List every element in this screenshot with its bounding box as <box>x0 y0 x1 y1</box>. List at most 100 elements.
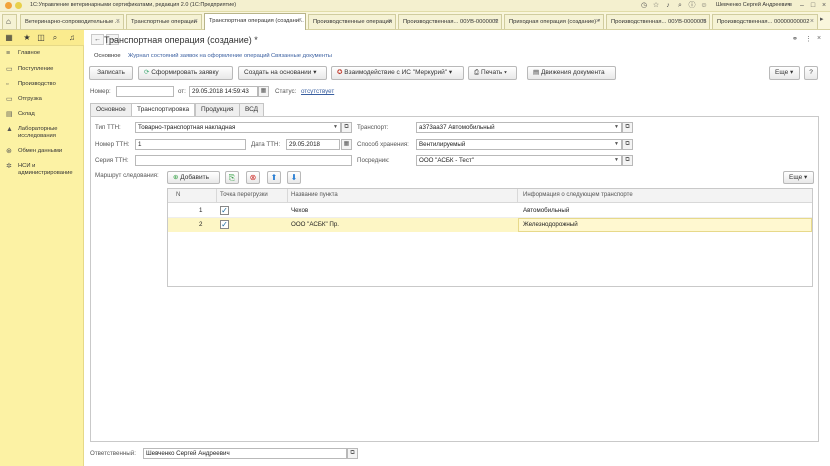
sidebar-item-production[interactable]: ▫ Производство <box>6 81 56 88</box>
ttn-series-input[interactable] <box>135 155 352 166</box>
tab-production-00000002[interactable]: Производственная... 00000000002 × <box>712 14 818 29</box>
close-icon[interactable]: × <box>194 15 198 29</box>
more-button[interactable]: Еще ▾ <box>769 66 800 80</box>
bell-icon[interactable]: ♫ <box>67 33 77 43</box>
route-more-button[interactable]: Еще ▾ <box>783 171 814 184</box>
search-icon[interactable]: ⌕ <box>676 2 684 10</box>
tab-main[interactable]: Основное <box>90 103 132 116</box>
date-input[interactable]: 29.05.2018 14:59:43 <box>189 86 258 97</box>
tab-transport-ops[interactable]: Транспортные операции × <box>126 14 202 29</box>
close-icon[interactable]: × <box>298 14 302 28</box>
mercury-interaction-button[interactable]: ✪ Взаимодействие с ИС "Меркурий" ▾ <box>331 66 464 80</box>
home-icon[interactable]: ⌂ <box>2 14 17 29</box>
favorites-star-icon[interactable]: ★ <box>22 33 32 43</box>
history-icon[interactable]: ◫ <box>36 33 46 43</box>
tab-vsd[interactable]: Ветеринарно-сопроводительные ... × <box>20 14 124 29</box>
bookmark-icon[interactable]: ☆ <box>652 2 660 10</box>
open-link-icon[interactable]: ⧉ <box>622 155 633 166</box>
link-related-docs[interactable]: Связанные документы <box>271 53 332 59</box>
chevron-down-icon: ▼ <box>614 124 619 130</box>
tab-production-0000002[interactable]: Производственная... 00УВ-0000002 × <box>398 14 502 29</box>
doc-movements-button[interactable]: ▤ Движения документа <box>527 66 616 80</box>
form-request-button[interactable]: ⟳ Сформировать заявку <box>138 66 233 80</box>
close-icon[interactable]: × <box>702 15 706 29</box>
app-logo-icon <box>5 2 12 9</box>
close-icon[interactable]: × <box>820 2 828 10</box>
tab-production-0000003[interactable]: Производственная... 00УВ-0000003 × <box>606 14 710 29</box>
table-row[interactable]: 1 ✓ Чехов Автомобильный <box>168 204 812 218</box>
user-name[interactable]: Шевченко Сергей Андреевич <box>716 2 790 8</box>
delete-row-button[interactable]: ⊗ <box>246 171 260 184</box>
calendar-icon[interactable]: ▦ <box>341 139 352 150</box>
open-windows-bar: ⌂ Ветеринарно-сопроводительные ... × Тран… <box>0 12 830 30</box>
search-icon[interactable]: ⌕ <box>50 33 60 43</box>
next-transport-info: Автомобильный <box>523 207 570 214</box>
close-icon[interactable]: × <box>494 15 498 29</box>
sidebar-item-exchange[interactable]: ⊛ Обмен данными <box>6 148 62 155</box>
settings-icon[interactable]: ≡ <box>786 2 794 10</box>
bell-icon[interactable]: ♪ <box>664 2 672 10</box>
maximize-icon[interactable]: □ <box>809 2 817 10</box>
open-link-icon[interactable]: ⧉ <box>347 448 358 459</box>
close-icon[interactable]: × <box>810 15 814 29</box>
sidebar-item-shipment[interactable]: ▭ Отгрузка <box>6 96 42 103</box>
move-down-button[interactable]: ⬇ <box>287 171 301 184</box>
copy-row-button[interactable]: ⎘ <box>225 171 239 184</box>
responsible-input[interactable]: Шевченко Сергей Андреевич <box>143 448 347 459</box>
open-link-icon[interactable]: ⧉ <box>622 139 633 150</box>
more-options-icon[interactable]: ⋮ <box>805 35 812 43</box>
storage-select[interactable]: Вентилируемый ▼ <box>416 139 622 150</box>
open-link-icon[interactable]: ⧉ <box>622 122 633 133</box>
tab-transport-op-create[interactable]: Транспортная операция (создани... × <box>204 13 306 30</box>
add-button[interactable]: ⊕ Добавить <box>167 171 220 184</box>
ttn-date-input[interactable]: 29.05.2018 <box>286 139 340 150</box>
column-header-next-transport[interactable]: Информация о следующем транспорте <box>523 192 633 198</box>
link-request-journal[interactable]: Журнал состояний заявок на оформление оп… <box>128 53 270 59</box>
tab-production-ops[interactable]: Производственные операции × <box>308 14 396 29</box>
tab-vsd[interactable]: ВСД <box>239 103 265 116</box>
column-header-n[interactable]: N <box>176 192 180 198</box>
create-based-button[interactable]: Создать на основании ▾ <box>238 66 327 80</box>
row-number: 1 <box>199 207 203 214</box>
tabs-scroll-icon[interactable]: ▸ <box>820 15 824 23</box>
close-form-icon[interactable]: × <box>817 35 821 42</box>
sidebar-item-admin[interactable]: ✲ НСИ и администрирование <box>6 163 80 177</box>
app-menu-icon[interactable] <box>15 2 22 9</box>
apps-grid-icon[interactable]: ▦ <box>4 33 14 43</box>
agent-select[interactable]: ООО "АСБК - Тест" ▼ <box>416 155 622 166</box>
link-main[interactable]: Основное <box>94 53 121 59</box>
move-up-button[interactable]: ⬆ <box>267 171 281 184</box>
history-icon[interactable]: ◷ <box>640 2 648 10</box>
calendar-icon[interactable]: ▦ <box>258 86 269 97</box>
close-icon[interactable]: × <box>596 15 600 29</box>
print-button[interactable]: ⎙ Печать ▾ <box>468 66 517 80</box>
table-row[interactable]: 2 ✓ ООО "АСБК" Пр. Железнодорожный <box>168 218 812 232</box>
chevron-down-icon: ▼ <box>614 157 619 163</box>
minimize-icon[interactable]: – <box>798 2 806 10</box>
sidebar-item-warehouse[interactable]: ▤ Склад <box>6 111 35 118</box>
sidebar-item-lab[interactable]: ▲ Лабораторные исследования <box>6 126 80 140</box>
ttn-number-input[interactable]: 1 <box>135 139 246 150</box>
transport-select[interactable]: а373аа37 Автомобильный ▼ <box>416 122 622 133</box>
back-button[interactable]: ← <box>91 34 104 45</box>
user-icon[interactable]: ☺ <box>700 2 708 10</box>
sidebar-item-main[interactable]: ≡ Главное <box>6 50 40 57</box>
close-icon[interactable]: × <box>388 15 392 29</box>
tab-receipt-op-create[interactable]: Приходная операция (создание) * × <box>504 14 604 29</box>
tab-products[interactable]: Продукция <box>195 103 240 116</box>
record-button[interactable]: Записать <box>89 66 133 80</box>
status-link[interactable]: отсутствует <box>301 88 334 95</box>
transfer-point-checkbox[interactable]: ✓ <box>220 206 229 215</box>
info-icon[interactable]: ⓘ <box>688 2 696 10</box>
transfer-point-checkbox[interactable]: ✓ <box>220 220 229 229</box>
column-header-transfer[interactable]: Точка перегрузки <box>220 192 268 198</box>
sidebar-item-receipt[interactable]: ▭ Поступление <box>6 66 53 73</box>
number-input[interactable] <box>116 86 174 97</box>
link-icon[interactable]: ⚭ <box>792 35 798 43</box>
help-button[interactable]: ? <box>804 66 818 80</box>
column-header-name[interactable]: Название пункта <box>291 192 338 198</box>
ttn-type-select[interactable]: Товарно-транспортная накладная ▼ <box>135 122 341 133</box>
tab-transportation[interactable]: Транспортировка <box>131 103 196 117</box>
close-icon[interactable]: × <box>116 15 120 29</box>
open-link-icon[interactable]: ⧉ <box>341 122 352 133</box>
